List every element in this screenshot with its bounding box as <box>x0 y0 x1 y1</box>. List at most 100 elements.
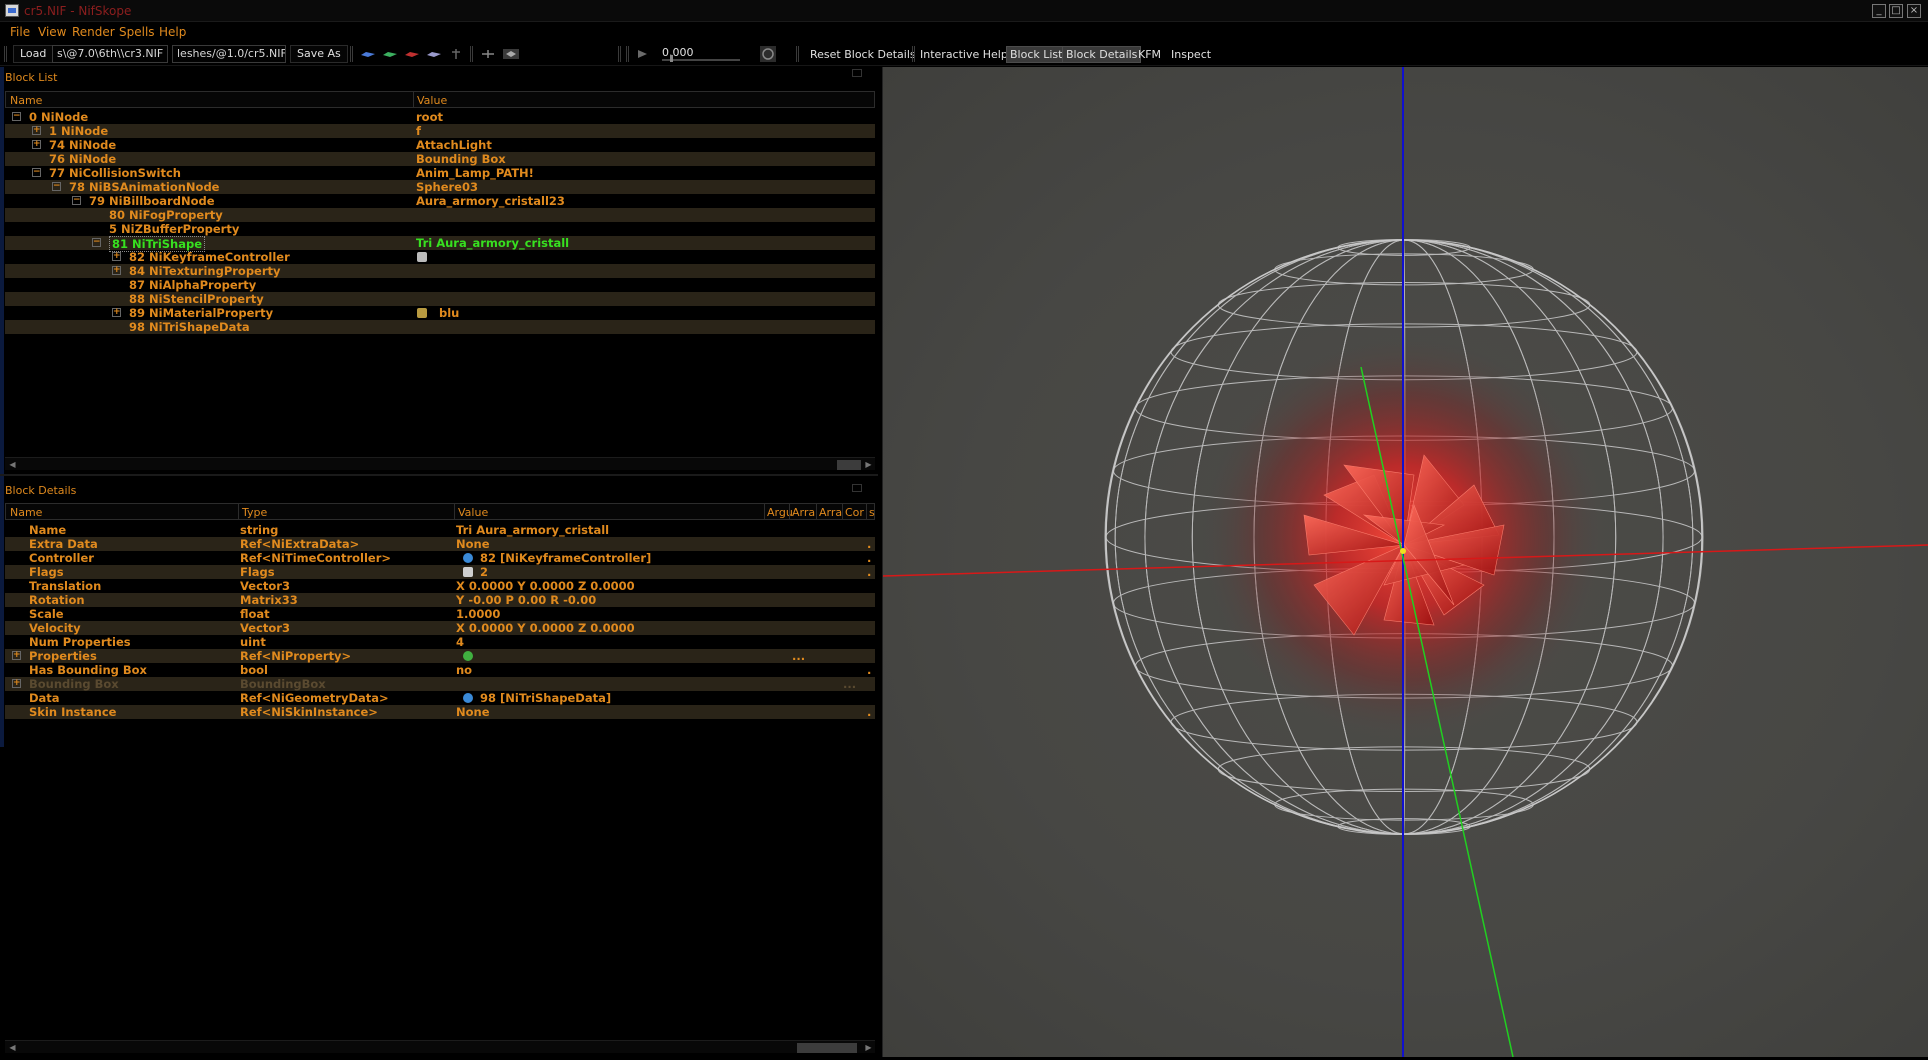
field-value[interactable]: Tri Aura_armory_cristall <box>456 523 609 537</box>
expand-icon[interactable]: + <box>112 266 121 275</box>
block-list-row[interactable]: −77 NiCollisionSwitch Anim_Lamp_PATH! <box>5 166 875 180</box>
collapse-icon[interactable]: − <box>52 182 61 191</box>
play-icon[interactable] <box>634 49 650 59</box>
animation-time-slider[interactable] <box>662 59 740 61</box>
field-value[interactable]: 1.0000 <box>456 607 500 621</box>
block-details-row[interactable]: Velocity Vector3 X 0.0000 Y 0.0000 Z 0.000… <box>5 621 875 635</box>
save-path-field[interactable]: leshes/@1.0/cr5.NIF <box>172 45 286 63</box>
column-value[interactable]: Value <box>458 506 488 519</box>
menu-file[interactable]: File <box>10 25 30 39</box>
field-ellipsis[interactable]: . <box>867 663 871 677</box>
inspect-toggle[interactable]: Inspect <box>1171 48 1211 61</box>
expand-icon[interactable]: + <box>112 252 121 261</box>
field-ellipsis[interactable]: . <box>867 565 871 579</box>
collapse-icon[interactable]: − <box>32 168 41 177</box>
view-top-icon[interactable] <box>360 49 376 59</box>
field-value[interactable]: 4 <box>456 635 464 649</box>
block-details-row[interactable]: Num Properties uint 4 <box>5 635 875 649</box>
save-as-button[interactable]: Save As <box>290 45 348 63</box>
field-value[interactable]: X 0.0000 Y 0.0000 Z 0.0000 <box>456 621 635 635</box>
block-list-row[interactable]: −0 NiNode root <box>5 110 875 124</box>
scroll-right-arrow-icon[interactable]: ▶ <box>863 1042 874 1053</box>
scene-canvas[interactable] <box>883 67 1928 1057</box>
menu-spells[interactable]: Spells <box>119 25 155 39</box>
menu-help[interactable]: Help <box>159 25 186 39</box>
menu-render[interactable]: Render <box>72 25 115 39</box>
field-value[interactable]: None <box>456 705 490 719</box>
reset-block-details-button[interactable]: Reset Block Details <box>810 48 916 61</box>
column-condition[interactable]: Cor <box>845 506 864 519</box>
field-value[interactable]: 82 [NiKeyframeController] <box>480 551 651 565</box>
expand-icon[interactable]: + <box>12 679 21 688</box>
field-value[interactable]: Y -0.00 P 0.00 R -0.00 <box>456 593 596 607</box>
column-name[interactable]: Name <box>10 506 42 519</box>
maximize-button[interactable]: □ <box>1889 4 1903 18</box>
view-front-icon[interactable] <box>382 49 398 59</box>
expand-icon[interactable]: + <box>12 651 21 660</box>
block-list-row[interactable]: 5 NiZBufferProperty <box>5 222 875 236</box>
field-ellipsis[interactable]: . <box>867 705 871 719</box>
minimize-button[interactable]: _ <box>1872 4 1886 18</box>
field-ellipsis[interactable]: ... <box>792 649 805 663</box>
block-list-hscrollbar[interactable]: ◀ ▶ <box>5 457 875 470</box>
field-ellipsis[interactable]: . <box>867 537 871 551</box>
collapse-icon[interactable]: − <box>92 238 101 247</box>
block-details-row[interactable]: Name string Tri Aura_armory_cristall <box>5 523 875 537</box>
block-details-row[interactable]: Translation Vector3 X 0.0000 Y 0.0000 Z 0.… <box>5 579 875 593</box>
load-button[interactable]: Load <box>13 45 54 63</box>
block-list-row[interactable]: 98 NiTriShapeData <box>5 320 875 334</box>
block-list-row[interactable]: +89 NiMaterialProperty blu <box>5 306 875 320</box>
field-value[interactable]: no <box>456 663 472 677</box>
scroll-left-arrow-icon[interactable]: ◀ <box>7 459 18 470</box>
block-details-row[interactable]: Has Bounding Box bool no. <box>5 663 875 677</box>
block-details-row[interactable]: Scale float 1.0000 <box>5 607 875 621</box>
block-list-row[interactable]: −78 NiBSAnimationNode Sphere03 <box>5 180 875 194</box>
block-details-row[interactable]: Skin Instance Ref<NiSkinInstance> None. <box>5 705 875 719</box>
block-list-row[interactable]: 88 NiStencilProperty <box>5 292 875 306</box>
block-details-row[interactable]: Data Ref<NiGeometryData> 98 [NiTriShapeDat… <box>5 691 875 705</box>
scroll-thumb[interactable] <box>837 460 861 470</box>
expand-icon[interactable]: + <box>32 126 41 135</box>
load-path-field[interactable]: s\@7.0\6th\\cr3.NIF <box>52 45 168 63</box>
render-viewport[interactable] <box>882 67 1928 1057</box>
block-list-row[interactable]: 76 NiNode Bounding Box <box>5 152 875 166</box>
field-value[interactable]: X 0.0000 Y 0.0000 Z 0.0000 <box>456 579 635 593</box>
dock-float-icon[interactable] <box>852 484 862 492</box>
axes-toggle-icon[interactable] <box>480 49 496 59</box>
block-list-row[interactable]: −79 NiBillboardNode Aura_armory_cristall2… <box>5 194 875 208</box>
expand-icon[interactable]: + <box>32 140 41 149</box>
expand-icon[interactable]: + <box>112 308 121 317</box>
scroll-thumb[interactable] <box>797 1043 857 1053</box>
block-list-row[interactable]: −81 NiTriShape Tri Aura_armory_cristall <box>5 236 875 252</box>
time-slider-handle[interactable] <box>670 55 673 62</box>
block-list-row[interactable]: +84 NiTexturingProperty <box>5 264 875 278</box>
scroll-right-arrow-icon[interactable]: ▶ <box>863 459 874 470</box>
block-details-hscrollbar[interactable]: ◀ ▶ <box>5 1040 875 1053</box>
field-ellipsis[interactable]: ... <box>843 677 856 691</box>
menu-view[interactable]: View <box>38 25 66 39</box>
column-name[interactable]: Name <box>10 94 42 107</box>
flip-view-icon[interactable] <box>503 49 519 59</box>
block-details-row[interactable]: Rotation Matrix33 Y -0.00 P 0.00 R -0.00 <box>5 593 875 607</box>
block-list-toggle[interactable]: Block List <box>1006 46 1067 63</box>
block-details-row[interactable]: Extra Data Ref<NiExtraData> None. <box>5 537 875 551</box>
block-list-row[interactable]: +1 NiNode f <box>5 124 875 138</box>
animation-loop-icon[interactable] <box>760 46 776 62</box>
kfm-toggle[interactable]: KFM <box>1138 48 1161 61</box>
dock-float-icon[interactable] <box>852 69 862 77</box>
column-since[interactable]: s <box>869 506 875 519</box>
collapse-icon[interactable]: − <box>12 112 21 121</box>
view-user-icon[interactable] <box>426 49 442 59</box>
scroll-left-arrow-icon[interactable]: ◀ <box>7 1042 18 1053</box>
column-array2[interactable]: Arra <box>819 506 842 519</box>
block-details-row[interactable]: Flags Flags 2. <box>5 565 875 579</box>
block-list-row[interactable]: 87 NiAlphaProperty <box>5 278 875 292</box>
block-details-row[interactable]: + Properties Ref<NiProperty>... <box>5 649 875 663</box>
link-icon[interactable] <box>463 553 473 563</box>
field-value[interactable]: 98 [NiTriShapeData] <box>480 691 611 705</box>
block-list-row[interactable]: +74 NiNode AttachLight <box>5 138 875 152</box>
view-side-icon[interactable] <box>404 49 420 59</box>
close-button[interactable]: × <box>1907 4 1921 18</box>
block-details-row[interactable]: Controller Ref<NiTimeController> 82 [NiKey… <box>5 551 875 565</box>
walk-mode-icon[interactable] <box>448 49 464 59</box>
